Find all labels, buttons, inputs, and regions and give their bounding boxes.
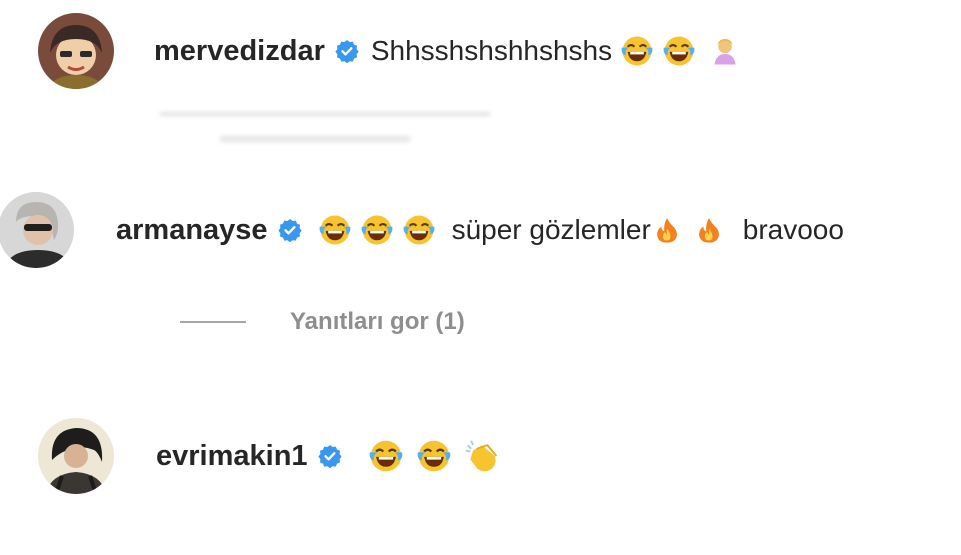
comment-text: süper gözlemler [451,214,651,245]
verified-badge-icon [318,444,342,468]
avatar[interactable] [38,418,114,494]
verified-badge-icon [335,39,359,63]
face-with-tears-of-joy-icon [662,34,696,68]
comment-mervedizdar: mervedizdar Shhsshshshhshshs [38,13,740,89]
face-with-tears-of-joy-icon [620,34,654,68]
fire-icon [695,214,723,246]
replies-divider [180,321,246,323]
face-with-tears-of-joy-icon [360,213,394,247]
blurred-text-residue [160,100,520,150]
comment-armanayse: armanayse süper gözlemler bravooo [0,192,844,268]
face-with-tears-of-joy-icon [402,213,436,247]
clapping-hands-icon [464,438,500,474]
avatar-photo [38,418,114,494]
avatar[interactable] [38,13,114,89]
face-with-tears-of-joy-icon [318,213,352,247]
face-with-tears-of-joy-icon [416,438,452,474]
username[interactable]: evrimakin1 [156,440,308,473]
comment-evrimakin1: evrimakin1 [38,418,500,494]
avatar[interactable] [0,192,74,268]
person-bowing-icon [710,36,740,66]
view-replies-label[interactable]: Yanıtları gor (1) [290,308,465,336]
comment-text-end: bravooo [742,214,844,245]
fire-icon [653,214,681,246]
avatar-photo [0,192,74,268]
face-with-tears-of-joy-icon [368,438,404,474]
username[interactable]: mervedizdar [154,35,325,68]
view-replies-link[interactable]: Yanıtları gor (1) [180,308,465,336]
username[interactable]: armanayse [116,214,268,247]
verified-badge-icon [278,218,302,242]
comment-text: Shhsshshshhshshs [370,35,613,66]
avatar-illustration [38,13,114,89]
